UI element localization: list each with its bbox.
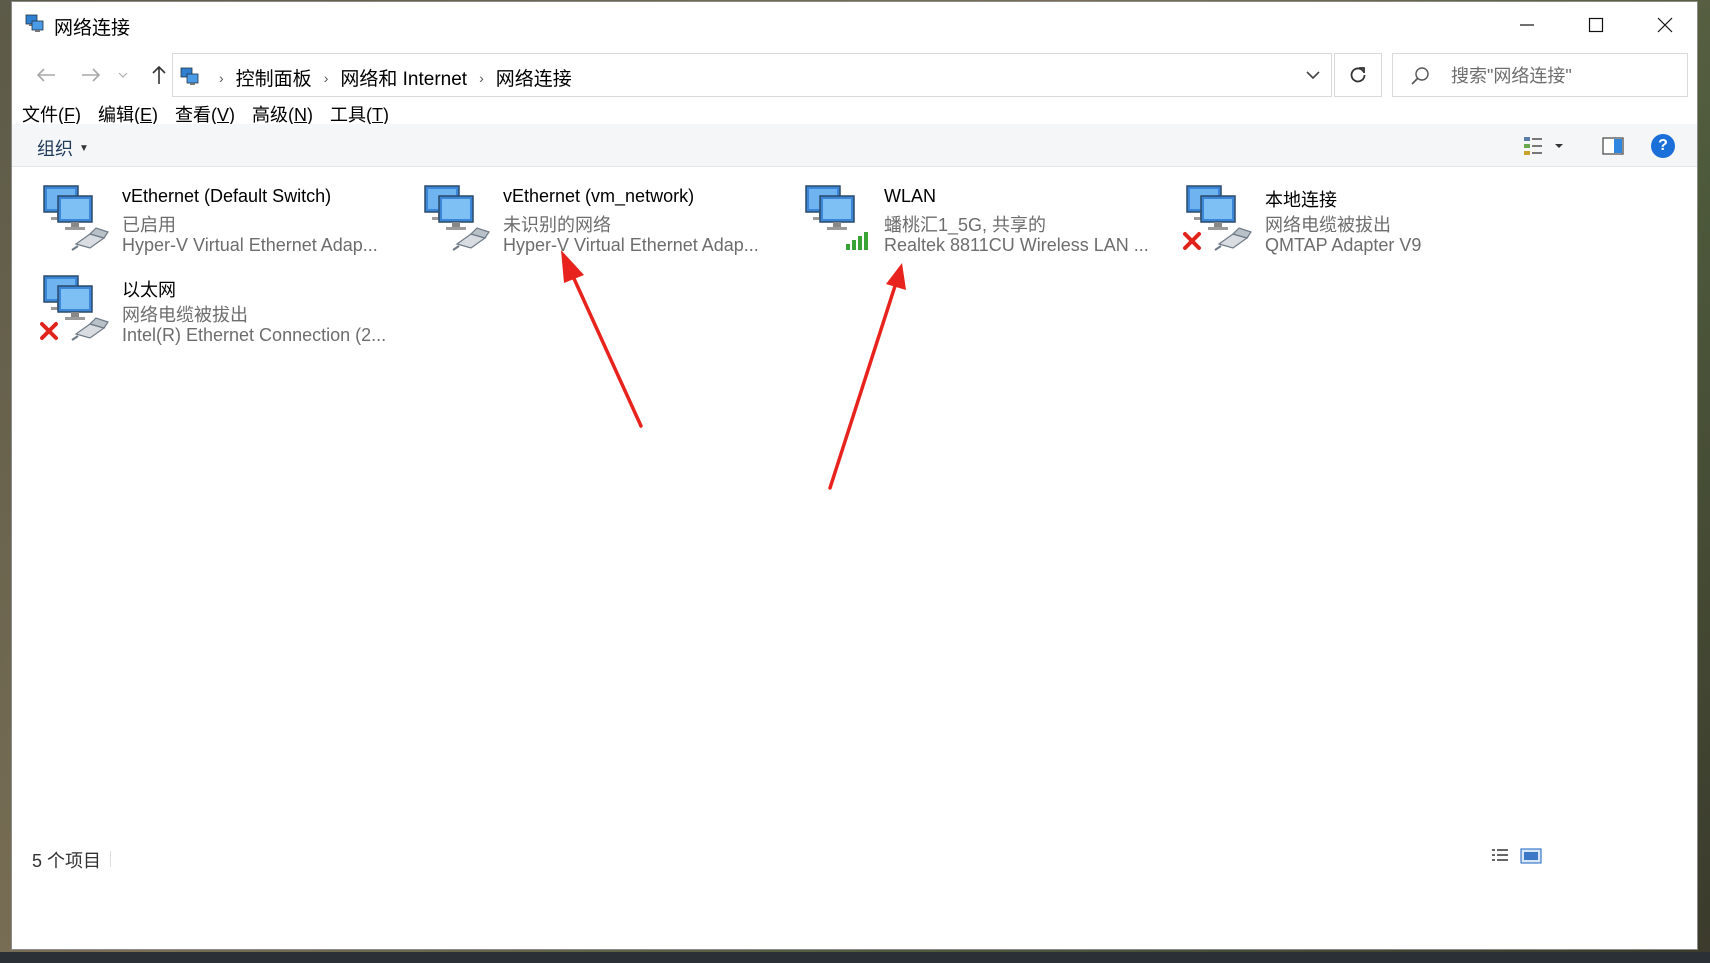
maximize-button[interactable] bbox=[1561, 2, 1631, 48]
search-icon bbox=[1411, 67, 1429, 85]
connection-name: vEthernet (Default Switch) bbox=[122, 186, 332, 206]
wired-disconnected-icon bbox=[40, 275, 109, 341]
title-bar[interactable]: 网络连接 bbox=[12, 2, 1697, 48]
connection-name: 以太网 bbox=[122, 280, 176, 300]
connection-name: WLAN bbox=[884, 186, 937, 206]
help-icon: ? bbox=[1658, 137, 1668, 154]
search-input[interactable] bbox=[1449, 62, 1678, 90]
close-button[interactable] bbox=[1630, 2, 1700, 48]
connection-item[interactable]: 本地连接网络电缆被拔出 QMTAP Adapter V9 bbox=[1167, 176, 1512, 256]
recent-locations-button[interactable] bbox=[115, 59, 131, 91]
arrow-right-icon bbox=[82, 68, 101, 82]
minimize-button[interactable] bbox=[1492, 2, 1562, 48]
navigation-row: › 控制面板 › 网络和 Internet › 网络连接 bbox=[12, 51, 1697, 99]
breadcrumb-separator-icon: › bbox=[323, 69, 329, 86]
connections-view: vEthernet (Default Switch) 已启用 Hyper-V Vir… bbox=[12, 168, 1697, 858]
item-count: 5 个项目 bbox=[32, 851, 102, 871]
breadcrumb-separator-icon: › bbox=[479, 69, 484, 86]
connection-device: Hyper-V Virtual Ethernet Adap... bbox=[122, 235, 378, 255]
connection-device: Realtek 8811CU Wireless LAN ... bbox=[884, 235, 1149, 255]
help-button[interactable]: ? bbox=[1651, 134, 1675, 158]
command-bar: 组织 ▼ ? bbox=[12, 124, 1697, 167]
organize-label: 组织 bbox=[37, 139, 73, 159]
breadcrumb: › 控制面板 › 网络和 Internet › 网络连接 bbox=[207, 64, 572, 91]
refresh-icon bbox=[1350, 67, 1366, 83]
wired-connected-icon bbox=[424, 185, 490, 251]
connection-name: 本地连接 bbox=[1265, 190, 1337, 210]
maximize-icon bbox=[1588, 17, 1604, 33]
control-panel-icon bbox=[180, 67, 199, 85]
preview-pane-button[interactable] bbox=[1602, 136, 1624, 156]
connection-status: 未识别的网络 bbox=[503, 215, 611, 235]
connection-item[interactable]: 以太网网络电缆被拔出 Intel(R) Ethernet Connection (… bbox=[24, 266, 386, 346]
chevron-down-icon bbox=[1306, 71, 1320, 79]
connection-item[interactable]: vEthernet (Default Switch) 已启用 Hyper-V Vir… bbox=[24, 176, 378, 256]
change-view-button[interactable] bbox=[1522, 134, 1572, 158]
connection-status: 蟠桃汇1_5G, 共享的 bbox=[884, 215, 1047, 235]
forward-button[interactable] bbox=[74, 59, 108, 91]
breadcrumb-network-connections[interactable]: 网络连接 bbox=[496, 64, 572, 91]
connection-device: Hyper-V Virtual Ethernet Adap... bbox=[503, 235, 759, 255]
connection-status: 已启用 bbox=[122, 215, 176, 235]
breadcrumb-network-internet[interactable]: 网络和 Internet bbox=[340, 64, 467, 91]
connection-status: 网络电缆被拔出 bbox=[1265, 215, 1391, 235]
arrow-left-icon bbox=[36, 68, 55, 82]
wired-connected-icon bbox=[43, 185, 109, 251]
back-button[interactable] bbox=[29, 59, 63, 91]
connection-status: 网络电缆被拔出 bbox=[122, 305, 248, 325]
address-bar[interactable]: › 控制面板 › 网络和 Internet › 网络连接 bbox=[172, 53, 1332, 97]
close-icon bbox=[1657, 17, 1673, 33]
organize-button[interactable]: 组织 ▼ bbox=[37, 135, 89, 161]
breadcrumb-separator-icon: › bbox=[219, 69, 224, 86]
watermark: @稀土掘金技术社区 bbox=[1416, 864, 1561, 881]
up-button[interactable] bbox=[142, 59, 176, 91]
minimize-icon bbox=[1520, 24, 1534, 26]
status-divider bbox=[110, 851, 111, 867]
connection-device: QMTAP Adapter V9 bbox=[1265, 235, 1422, 255]
network-connections-app-icon bbox=[25, 14, 44, 32]
connection-item[interactable]: WLAN 蟠桃汇1_5G, 共享的 Realtek 8811CU Wireless … bbox=[786, 176, 1149, 256]
preview-pane-icon bbox=[1602, 137, 1624, 155]
arrow-up-icon bbox=[152, 65, 166, 84]
breadcrumb-control-panel[interactable]: 控制面板 bbox=[236, 64, 312, 91]
window-title: 网络连接 bbox=[54, 18, 131, 39]
connection-item[interactable]: vEthernet (vm_network) 未识别的网络 Hyper-V Virt… bbox=[405, 176, 759, 256]
connection-name: vEthernet (vm_network) bbox=[503, 186, 695, 206]
refresh-button[interactable] bbox=[1334, 53, 1382, 97]
wireless-signal-icon bbox=[805, 185, 868, 250]
search-box[interactable] bbox=[1392, 53, 1688, 97]
chevron-down-icon bbox=[118, 72, 128, 78]
address-history-dropdown[interactable] bbox=[1293, 54, 1333, 96]
taskbar-strip bbox=[0, 952, 1710, 963]
connection-device: Intel(R) Ethernet Connection (2... bbox=[122, 325, 387, 345]
caret-down-icon: ▼ bbox=[79, 142, 89, 154]
view-options-icon bbox=[1524, 137, 1563, 155]
wired-disconnected-icon bbox=[1183, 185, 1252, 251]
network-connections-window: 网络连接 › 控制面板 › 网络和 Internet › 网络连接 搜索"网络连… bbox=[11, 1, 1698, 950]
